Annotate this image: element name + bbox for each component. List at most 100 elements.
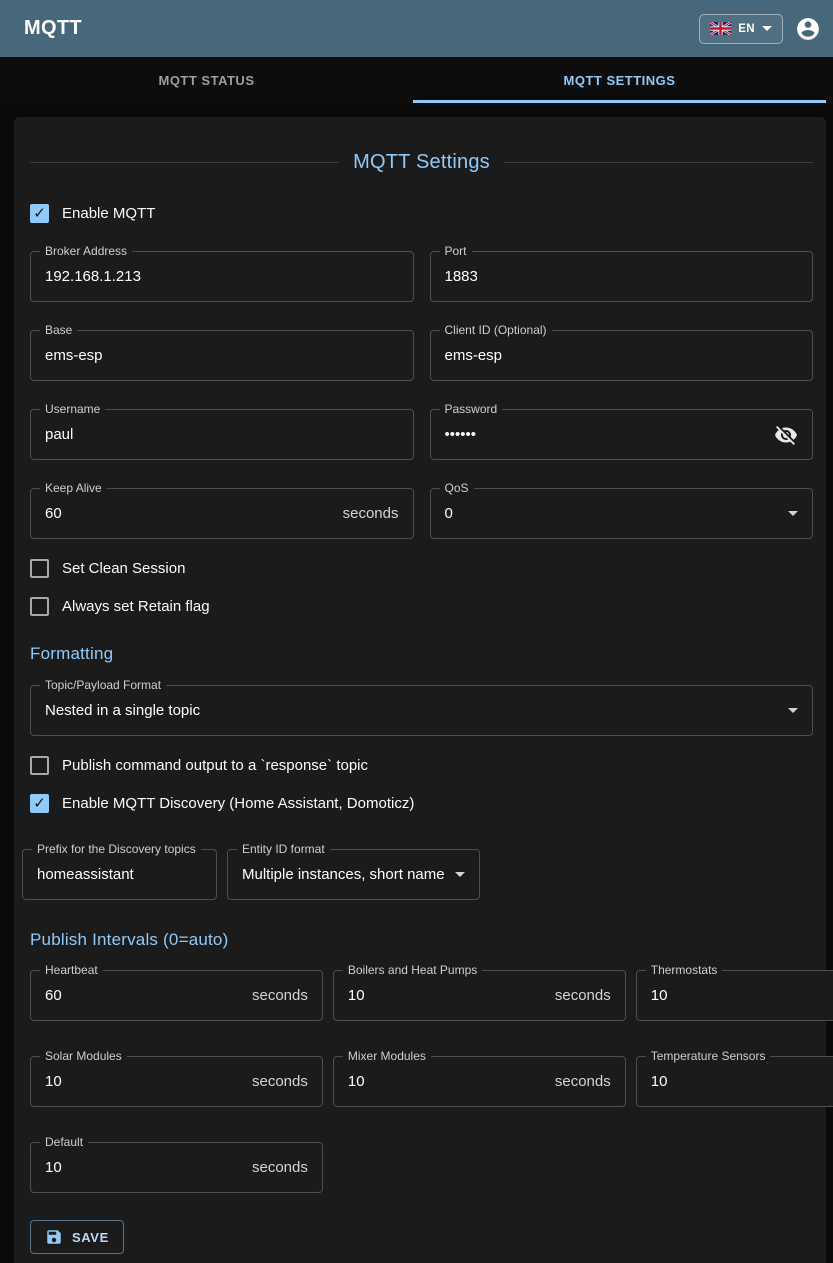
username-field: Username [30,409,414,460]
temperature-sensors-field: Temperature Sensors seconds [636,1056,833,1107]
tab-label: MQTT SETTINGS [564,73,676,88]
enable-mqtt-checkbox[interactable]: ✓ [30,204,49,223]
account-icon[interactable] [795,16,821,42]
unit-adornment: seconds [343,505,399,522]
field-label: Password [440,402,503,417]
broker-grid: Broker Address Port Base Client ID (Opti… [30,251,813,539]
unit-adornment: seconds [555,1073,611,1090]
retain-flag-checkbox[interactable] [30,597,49,616]
unit-adornment: seconds [252,1159,308,1176]
unit-adornment: seconds [252,987,308,1004]
clean-session-row: Set Clean Session [30,559,813,578]
field-label: Solar Modules [40,1049,127,1064]
publish-response-row: Publish command output to a `response` t… [30,756,813,775]
clean-session-checkbox[interactable] [30,559,49,578]
port-input[interactable] [445,268,799,285]
mixer-modules-field: Mixer Modules seconds [333,1056,626,1107]
intervals-grid: Heartbeat seconds Boilers and Heat Pumps… [30,970,813,1193]
divider [504,162,813,163]
field-label: Mixer Modules [343,1049,431,1064]
card-title: MQTT Settings [339,151,504,174]
discovery-prefix-input[interactable] [37,866,202,883]
field-label: Entity ID format [237,842,330,857]
app-header: MQTT EN [0,0,833,57]
field-label: Default [40,1135,88,1150]
keep-alive-input[interactable] [45,505,335,522]
solar-modules-input[interactable] [45,1073,244,1090]
field-label: Topic/Payload Format [40,678,166,693]
password-field: Password [430,409,814,460]
checkbox-label: Set Clean Session [62,560,185,577]
username-input[interactable] [45,426,399,443]
field-label: Heartbeat [40,963,103,978]
field-label: Port [440,244,472,259]
mqtt-discovery-checkbox[interactable]: ✓ [30,794,49,813]
field-label: QoS [440,481,474,496]
formatting-heading: Formatting [30,644,813,664]
topic-format-select[interactable]: Topic/Payload Format Nested in a single … [30,685,813,736]
settings-card: MQTT Settings ✓ Enable MQTT Broker Addre… [14,117,826,1263]
uk-flag-icon [710,22,731,35]
boilers-input[interactable] [348,987,547,1004]
field-label: Prefix for the Discovery topics [32,842,201,857]
discovery-prefix-field: Prefix for the Discovery topics [22,849,217,900]
field-label: Client ID (Optional) [440,323,552,338]
active-tab-indicator [413,100,826,103]
header-actions: EN [699,14,821,44]
page-title: MQTT [24,17,82,40]
field-label: Thermostats [646,963,723,978]
mqtt-discovery-row: ✓ Enable MQTT Discovery (Home Assistant,… [30,794,813,813]
broker-address-field: Broker Address [30,251,414,302]
heartbeat-field: Heartbeat seconds [30,970,323,1021]
default-interval-field: Default seconds [30,1142,323,1193]
chevron-down-icon [762,26,772,31]
client-id-input[interactable] [445,347,799,364]
thermostats-input[interactable] [651,987,833,1004]
dropdown-arrow-icon [788,511,798,516]
unit-adornment: seconds [252,1073,308,1090]
save-button[interactable]: SAVE [30,1220,124,1254]
field-label: Boilers and Heat Pumps [343,963,482,978]
divider [30,162,339,163]
password-input[interactable] [445,426,775,443]
temperature-sensors-input[interactable] [651,1073,833,1090]
visibility-off-icon[interactable] [774,423,798,447]
tab-label: MQTT STATUS [158,73,254,88]
unit-adornment: seconds [555,987,611,1004]
card-title-row: MQTT Settings [30,151,813,174]
base-field: Base [30,330,414,381]
qos-value: 0 [445,505,781,522]
base-input[interactable] [45,347,399,364]
keep-alive-field: Keep Alive seconds [30,488,414,539]
tab-mqtt-settings[interactable]: MQTT SETTINGS [413,57,826,103]
checkbox-label: Publish command output to a `response` t… [62,757,368,774]
default-interval-input[interactable] [45,1159,244,1176]
language-code: EN [738,23,755,35]
topic-format-value: Nested in a single topic [45,702,780,719]
field-label: Keep Alive [40,481,107,496]
field-label: Temperature Sensors [646,1049,771,1064]
field-label: Username [40,402,105,417]
save-icon [45,1228,63,1246]
boilers-field: Boilers and Heat Pumps seconds [333,970,626,1021]
thermostats-field: Thermostats seconds [636,970,833,1021]
dropdown-arrow-icon [788,708,798,713]
mixer-modules-input[interactable] [348,1073,547,1090]
field-label: Base [40,323,77,338]
broker-address-input[interactable] [45,268,399,285]
retain-flag-row: Always set Retain flag [30,597,813,616]
entity-id-format-select[interactable]: Entity ID format Multiple instances, sho… [227,849,480,900]
checkbox-label: Always set Retain flag [62,598,210,615]
tab-mqtt-status[interactable]: MQTT STATUS [0,57,413,103]
publish-response-checkbox[interactable] [30,756,49,775]
qos-select[interactable]: QoS 0 [430,488,814,539]
port-field: Port [430,251,814,302]
publish-intervals-heading: Publish Intervals (0=auto) [30,930,813,950]
enable-mqtt-row: ✓ Enable MQTT [30,204,813,223]
heartbeat-input[interactable] [45,987,244,1004]
language-selector[interactable]: EN [699,14,783,44]
solar-modules-field: Solar Modules seconds [30,1056,323,1107]
tab-bar: MQTT STATUS MQTT SETTINGS [0,57,833,103]
field-label: Broker Address [40,244,132,259]
dropdown-arrow-icon [455,872,465,877]
